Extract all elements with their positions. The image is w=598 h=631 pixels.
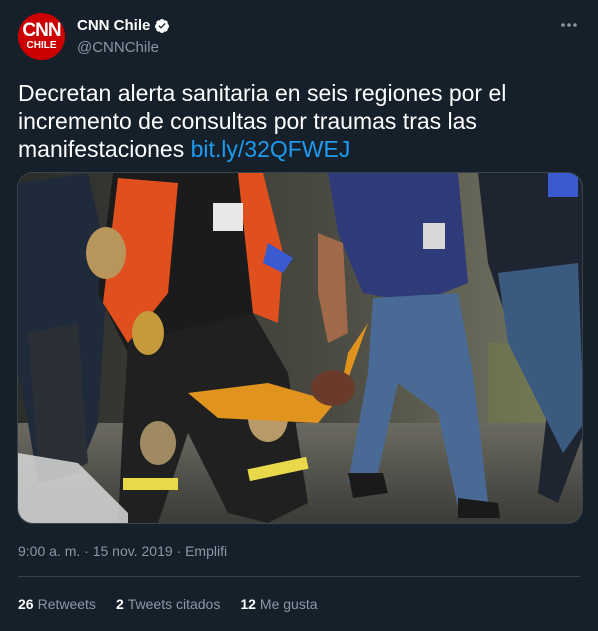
tweet-date[interactable]: 15 nov. 2019 xyxy=(93,543,173,559)
photo-injured-head xyxy=(311,370,355,406)
tweet-time[interactable]: 9:00 a. m. xyxy=(18,543,80,559)
photo-blue-glove xyxy=(548,173,578,197)
retweets-label: Retweets xyxy=(37,596,96,612)
quote-tweets-label: Tweets citados xyxy=(127,596,221,612)
tweet-photo[interactable] xyxy=(17,172,583,524)
handle[interactable]: @CNNChile xyxy=(77,39,159,56)
photo-knee-pad-left xyxy=(140,421,176,465)
likes-stat[interactable]: 12 Me gusta xyxy=(240,596,317,612)
photo-elbow-pad xyxy=(86,227,126,279)
engagement-stats: 26 Retweets 2 Tweets citados 12 Me gusta xyxy=(18,596,338,612)
display-name[interactable]: CNN Chile xyxy=(77,17,150,34)
photo-illustration xyxy=(18,173,582,523)
photo-reflective-stripe-left xyxy=(123,478,178,490)
quote-tweets-count: 2 xyxy=(115,596,124,612)
avatar-logo-text: CNN xyxy=(22,20,61,41)
more-options-icon[interactable] xyxy=(558,14,580,36)
tweet-text: Decretan alerta sanitaria en seis region… xyxy=(18,79,578,163)
tweet-card: CNN CHILE CNN Chile @CNNChile Decretan a… xyxy=(0,0,598,631)
quote-tweets-stat[interactable]: 2 Tweets citados xyxy=(116,596,220,612)
meta-separator: · xyxy=(172,543,186,559)
tweet-source[interactable]: Emplifi xyxy=(185,543,227,559)
retweets-count: 26 xyxy=(18,596,34,612)
divider xyxy=(18,576,580,577)
meta-separator: · xyxy=(80,543,93,559)
likes-count: 12 xyxy=(240,596,256,612)
tweet-metadata: 9:00 a. m. · 15 nov. 2019 · Emplifi xyxy=(18,543,227,559)
photo-glove xyxy=(132,311,164,355)
verified-badge-icon xyxy=(154,18,170,34)
avatar[interactable]: CNN CHILE xyxy=(18,13,65,60)
likes-label: Me gusta xyxy=(259,596,318,612)
photo-id-badge xyxy=(213,203,243,231)
retweets-stat[interactable]: 26 Retweets xyxy=(18,596,96,612)
photo-lanyard-badge xyxy=(423,223,445,249)
tweet-link[interactable]: bit.ly/32QFWEJ xyxy=(191,136,351,162)
author-name-row[interactable]: CNN Chile xyxy=(77,17,170,34)
avatar-logo-subtext: CHILE xyxy=(26,40,57,51)
